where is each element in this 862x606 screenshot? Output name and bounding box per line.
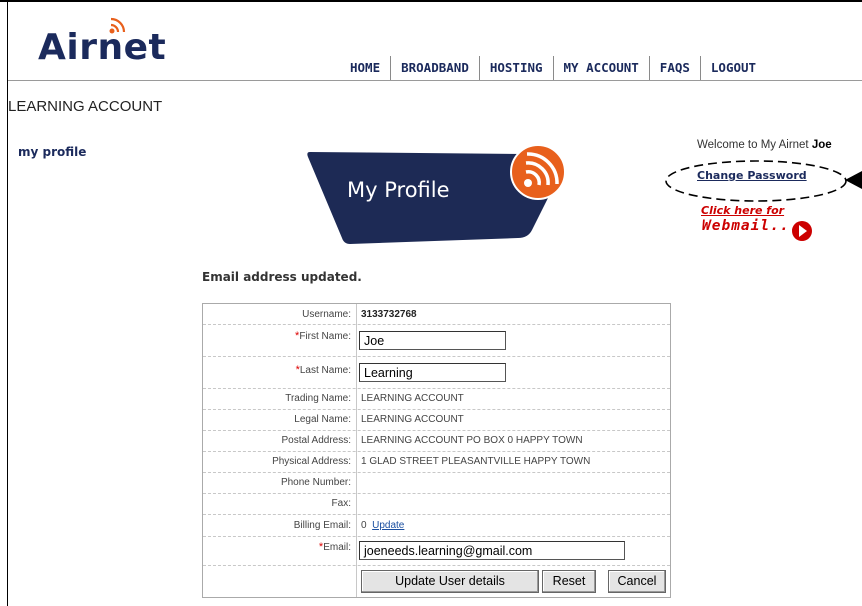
welcome-prefix: Welcome to My Airnet	[697, 139, 809, 151]
wifi-signal-icon	[510, 144, 566, 200]
billing-email-label: Billing Email:	[293, 520, 351, 531]
welcome-message: Welcome to My Airnet Joe	[697, 139, 832, 151]
billing-email-count: 0	[361, 520, 367, 531]
top-nav: HOME BROADBAND HOSTING MY ACCOUNT FAQS L…	[340, 56, 766, 80]
first-name-label: *First Name:	[295, 330, 351, 342]
form-row-username: Username: 3133732768	[203, 304, 670, 325]
username-label: Username:	[302, 309, 351, 320]
username-value: 3133732768	[361, 309, 417, 320]
physical-address-value: 1 GLAD STREET PLEASANTVILLE HAPPY TOWN	[361, 456, 591, 467]
webmail-link[interactable]: Webmail...	[702, 218, 799, 234]
frame-top-border	[0, 0, 862, 2]
form-row-last-name: *Last Name: Learning	[203, 357, 670, 389]
reset-button[interactable]: Reset	[542, 570, 596, 593]
status-message: Email address updated.	[202, 270, 362, 284]
play-circle-icon[interactable]	[791, 220, 813, 242]
airnet-logo[interactable]: Airnet	[38, 30, 166, 66]
last-name-input[interactable]: Learning	[359, 363, 506, 382]
fax-label: Fax:	[331, 498, 351, 509]
form-row-physical-address: Physical Address: 1 GLAD STREET PLEASANT…	[203, 452, 670, 473]
legal-name-value: LEARNING ACCOUNT	[361, 414, 464, 425]
cancel-button[interactable]: Cancel	[608, 570, 666, 593]
welcome-name: Joe	[811, 139, 832, 151]
frame-left-border	[7, 0, 8, 606]
last-name-label: *Last Name:	[295, 364, 351, 376]
first-name-input[interactable]: Joe	[359, 331, 506, 350]
nav-logout[interactable]: LOGOUT	[699, 56, 766, 80]
nav-home[interactable]: HOME	[340, 56, 390, 80]
nav-my-account[interactable]: MY ACCOUNT	[552, 56, 649, 80]
form-row-fax: Fax:	[203, 494, 670, 515]
sidebar-link-my-profile[interactable]: my profile	[18, 145, 86, 159]
form-row-phone: Phone Number:	[203, 473, 670, 494]
update-user-details-button[interactable]: Update User details	[361, 570, 539, 593]
email-input[interactable]: joeneeds.learning@gmail.com	[359, 541, 625, 560]
form-row-buttons: Update User details Reset Cancel	[203, 566, 670, 597]
billing-email-value: 0 Update	[361, 520, 404, 531]
page-title: LEARNING ACCOUNT	[8, 98, 163, 115]
form-row-first-name: *First Name: Joe	[203, 325, 670, 357]
nav-broadband[interactable]: BROADBAND	[390, 56, 479, 80]
banner-title: My Profile	[347, 178, 450, 202]
webmail-click-here[interactable]: Click here for	[701, 204, 784, 217]
email-label: *Email:	[318, 541, 351, 553]
physical-address-label: Physical Address:	[272, 456, 351, 467]
change-password-link[interactable]: Change Password	[697, 169, 807, 182]
postal-address-value: LEARNING ACCOUNT PO BOX 0 HAPPY TOWN	[361, 435, 583, 446]
legal-name-label: Legal Name:	[294, 414, 351, 425]
nav-faqs[interactable]: FAQS	[648, 56, 700, 80]
trading-name-value: LEARNING ACCOUNT	[361, 393, 464, 404]
arrow-left-icon	[845, 171, 862, 189]
form-row-billing-email: Billing Email: 0 Update	[203, 515, 670, 537]
form-row-trading-name: Trading Name: LEARNING ACCOUNT	[203, 389, 670, 410]
form-row-legal-name: Legal Name: LEARNING ACCOUNT	[203, 410, 670, 431]
logo-text: Airnet	[38, 27, 167, 68]
nav-divider	[8, 80, 862, 81]
profile-form: Username: 3133732768 *First Name: Joe *L…	[202, 303, 671, 598]
form-row-email: *Email: joeneeds.learning@gmail.com	[203, 537, 670, 566]
signal-waves-icon	[109, 17, 126, 34]
postal-address-label: Postal Address:	[281, 435, 351, 446]
trading-name-label: Trading Name:	[285, 393, 351, 404]
phone-label: Phone Number:	[280, 477, 351, 488]
nav-hosting[interactable]: HOSTING	[478, 56, 553, 80]
form-row-postal-address: Postal Address: LEARNING ACCOUNT PO BOX …	[203, 431, 670, 452]
billing-email-update-link[interactable]: Update	[372, 520, 404, 531]
